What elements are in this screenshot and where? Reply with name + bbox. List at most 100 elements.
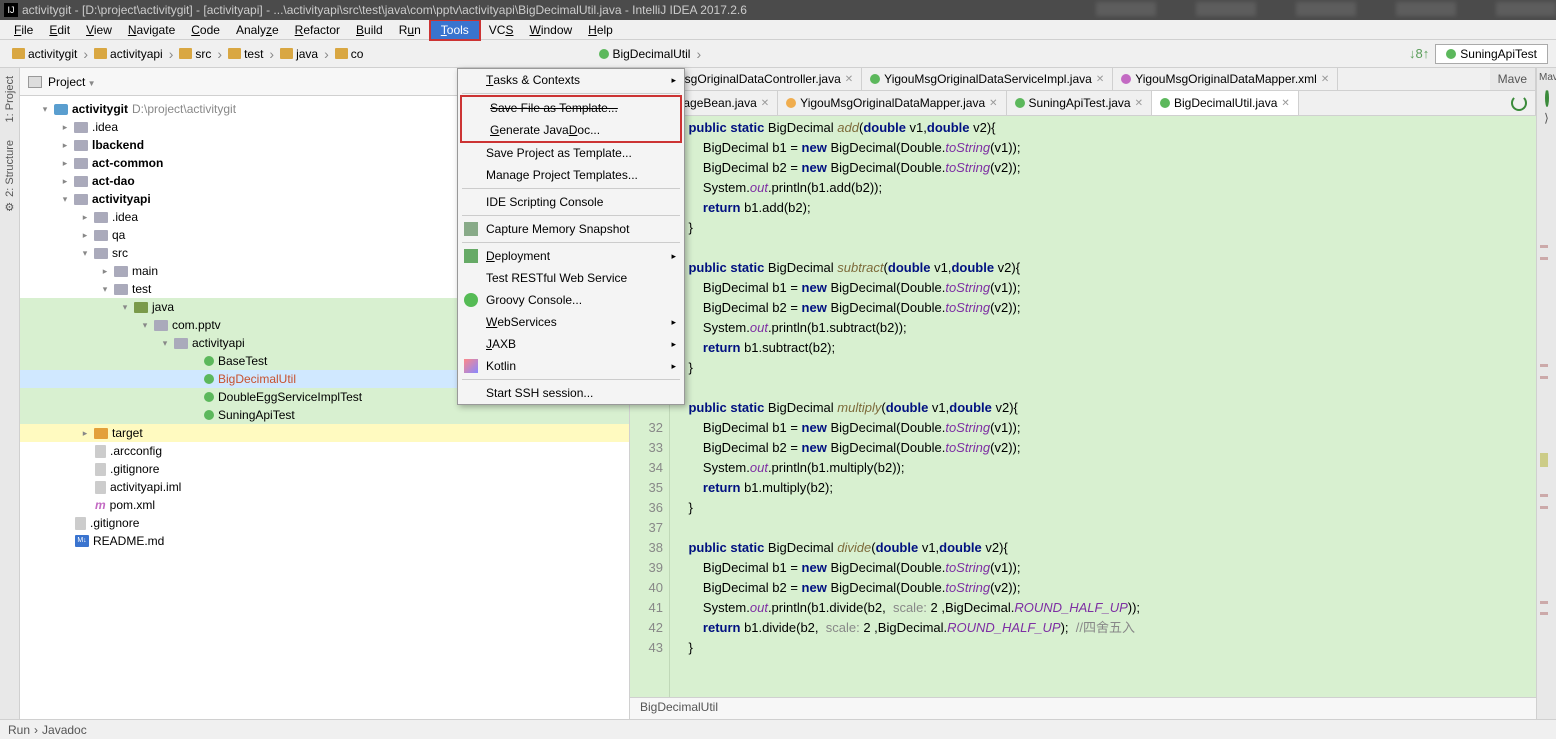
chevron-icon[interactable]: ⟩: [1544, 111, 1549, 125]
titlebar: IJ activitygit - [D:\project\activitygit…: [0, 0, 1556, 20]
file-icon: [786, 98, 796, 108]
refresh-tab[interactable]: [1503, 91, 1536, 115]
right-toolwindow-bar: Mave ⟩: [1536, 68, 1556, 719]
menu-navigate[interactable]: Navigate: [120, 21, 183, 39]
tool-project[interactable]: 1: Project: [4, 72, 16, 126]
highlighted-menu-group: Save File as Template... Generate JavaDo…: [460, 95, 682, 143]
error-stripe: [1537, 127, 1556, 719]
menu-capture-memory[interactable]: Capture Memory Snapshot: [458, 218, 684, 240]
crumb-9[interactable]: BigDecimalUtil: [595, 47, 694, 61]
folder-icon: [94, 48, 107, 59]
close-icon[interactable]: ✕: [989, 98, 997, 109]
tab-row-2: ueryPageBean.java✕YigouMsgOriginalDataMa…: [630, 91, 1536, 116]
tools-menu-dropdown: Tasks & Contexts Save File as Template..…: [457, 68, 685, 405]
close-icon[interactable]: ✕: [1135, 98, 1143, 109]
crumb-5[interactable]: co: [331, 47, 368, 61]
code-content[interactable]: public static BigDecimal add(double v1,d…: [670, 116, 1536, 697]
tree-file[interactable]: activityapi.iml: [20, 478, 629, 496]
crumb-3[interactable]: test: [224, 47, 267, 61]
menu-kotlin[interactable]: Kotlin: [458, 355, 684, 377]
crumb-0[interactable]: activitygit: [8, 47, 81, 61]
menu-tools[interactable]: Tools: [429, 19, 481, 41]
maven-tool[interactable]: Mave: [1537, 68, 1556, 87]
bottom-run[interactable]: Run: [8, 723, 30, 737]
menu-jaxb[interactable]: JAXB: [458, 333, 684, 355]
tree-node[interactable]: target: [20, 424, 629, 442]
crumb-1[interactable]: activityapi: [90, 47, 167, 61]
file-icon: [1015, 98, 1025, 108]
folder-icon: [280, 48, 293, 59]
folder-icon: [179, 48, 192, 59]
menu-help[interactable]: Help: [580, 21, 621, 39]
intellij-icon: IJ: [4, 3, 18, 17]
refresh-icon: [1511, 95, 1527, 111]
editor-tab[interactable]: YigouMsgOriginalDataServiceImpl.java✕: [862, 68, 1113, 90]
tree-file[interactable]: mpom.xml: [20, 496, 629, 514]
folder-icon: [12, 48, 25, 59]
menu-deployment[interactable]: Deployment: [458, 245, 684, 267]
tool-structure[interactable]: ⚙ 2: Structure: [3, 136, 16, 217]
close-icon[interactable]: ✕: [845, 74, 853, 85]
run-config-selector[interactable]: SuningApiTest: [1435, 44, 1548, 64]
folder-icon: [228, 48, 241, 59]
menubar: File Edit View Navigate Code Analyze Ref…: [0, 20, 1556, 40]
menu-ssh-session[interactable]: Start SSH session...: [458, 382, 684, 404]
crumb-4[interactable]: java: [276, 47, 322, 61]
left-toolwindow-bar: 1: Project ⚙ 2: Structure: [0, 68, 20, 719]
close-icon[interactable]: ✕: [761, 98, 769, 109]
editor-tab[interactable]: YigouMsgOriginalDataMapper.xml✕: [1113, 68, 1338, 90]
project-icon: [28, 76, 42, 88]
menu-edit[interactable]: Edit: [41, 21, 78, 39]
tree-file[interactable]: SuningApiTest: [20, 406, 629, 424]
code-area: 323334353637383940414243 public static B…: [630, 116, 1536, 697]
deploy-icon: [464, 249, 478, 263]
close-icon[interactable]: ✕: [1096, 74, 1104, 85]
menu-build[interactable]: Build: [348, 21, 391, 39]
tree-file[interactable]: .gitignore: [20, 514, 629, 532]
code-breadcrumb: BigDecimalUtil: [630, 697, 1536, 719]
class-icon: [599, 49, 609, 59]
crumb-2[interactable]: src: [175, 47, 215, 61]
menu-run[interactable]: Run: [391, 21, 429, 39]
menu-file[interactable]: File: [6, 21, 41, 39]
editor-area: igouMsgOriginalDataController.java✕Yigou…: [630, 68, 1536, 719]
camera-icon: [464, 222, 478, 236]
project-view-combo[interactable]: Project: [48, 75, 96, 89]
menu-refactor[interactable]: Refactor: [287, 21, 348, 39]
bottom-bar: Run › Javadoc: [0, 719, 1556, 739]
close-icon[interactable]: ✕: [1281, 98, 1289, 109]
close-icon[interactable]: ✕: [1321, 74, 1329, 85]
file-icon: [870, 74, 880, 84]
project-panel: Project ⊕ ⇓ ✲ ↑ — activitygit D:\project…: [20, 68, 630, 719]
bottom-javadoc[interactable]: Javadoc: [42, 723, 87, 737]
menu-webservices[interactable]: WebServices: [458, 311, 684, 333]
menu-groovy-console[interactable]: Groovy Console...: [458, 289, 684, 311]
editor-tab[interactable]: BigDecimalUtil.java✕: [1152, 91, 1299, 115]
refresh-icon[interactable]: [1545, 89, 1549, 107]
menu-code[interactable]: Code: [183, 21, 228, 39]
kotlin-icon: [464, 359, 478, 373]
menu-save-project-template[interactable]: Save Project as Template...: [458, 142, 684, 164]
menu-analyze[interactable]: Analyze: [228, 21, 287, 39]
breadcrumb-bar: activitygit activityapi src test java co…: [0, 40, 1556, 68]
menu-tasks-contexts[interactable]: Tasks & Contexts: [458, 69, 684, 91]
menu-view[interactable]: View: [78, 21, 120, 39]
menu-save-file-template[interactable]: Save File as Template...: [462, 97, 680, 119]
maven-tab[interactable]: Mave: [1490, 68, 1536, 90]
editor-tab[interactable]: YigouMsgOriginalDataMapper.java✕: [778, 91, 1006, 115]
tree-file[interactable]: .arcconfig: [20, 442, 629, 460]
menu-test-restful[interactable]: Test RESTful Web Service: [458, 267, 684, 289]
tree-file[interactable]: .gitignore: [20, 460, 629, 478]
tree-file[interactable]: M↓README.md: [20, 532, 629, 550]
tab-row-1: igouMsgOriginalDataController.java✕Yigou…: [630, 68, 1536, 91]
menu-manage-templates[interactable]: Manage Project Templates...: [458, 164, 684, 186]
file-icon: [1160, 98, 1170, 108]
menu-window[interactable]: Window: [521, 21, 580, 39]
menu-vcs[interactable]: VCS: [481, 21, 522, 39]
sync-icon[interactable]: ↓8↑: [1409, 46, 1429, 61]
groovy-icon: [464, 293, 478, 307]
menu-generate-javadoc[interactable]: Generate JavaDoc...: [462, 119, 680, 141]
folder-icon: [335, 48, 348, 59]
menu-ide-scripting[interactable]: IDE Scripting Console: [458, 191, 684, 213]
editor-tab[interactable]: SuningApiTest.java✕: [1007, 91, 1152, 115]
